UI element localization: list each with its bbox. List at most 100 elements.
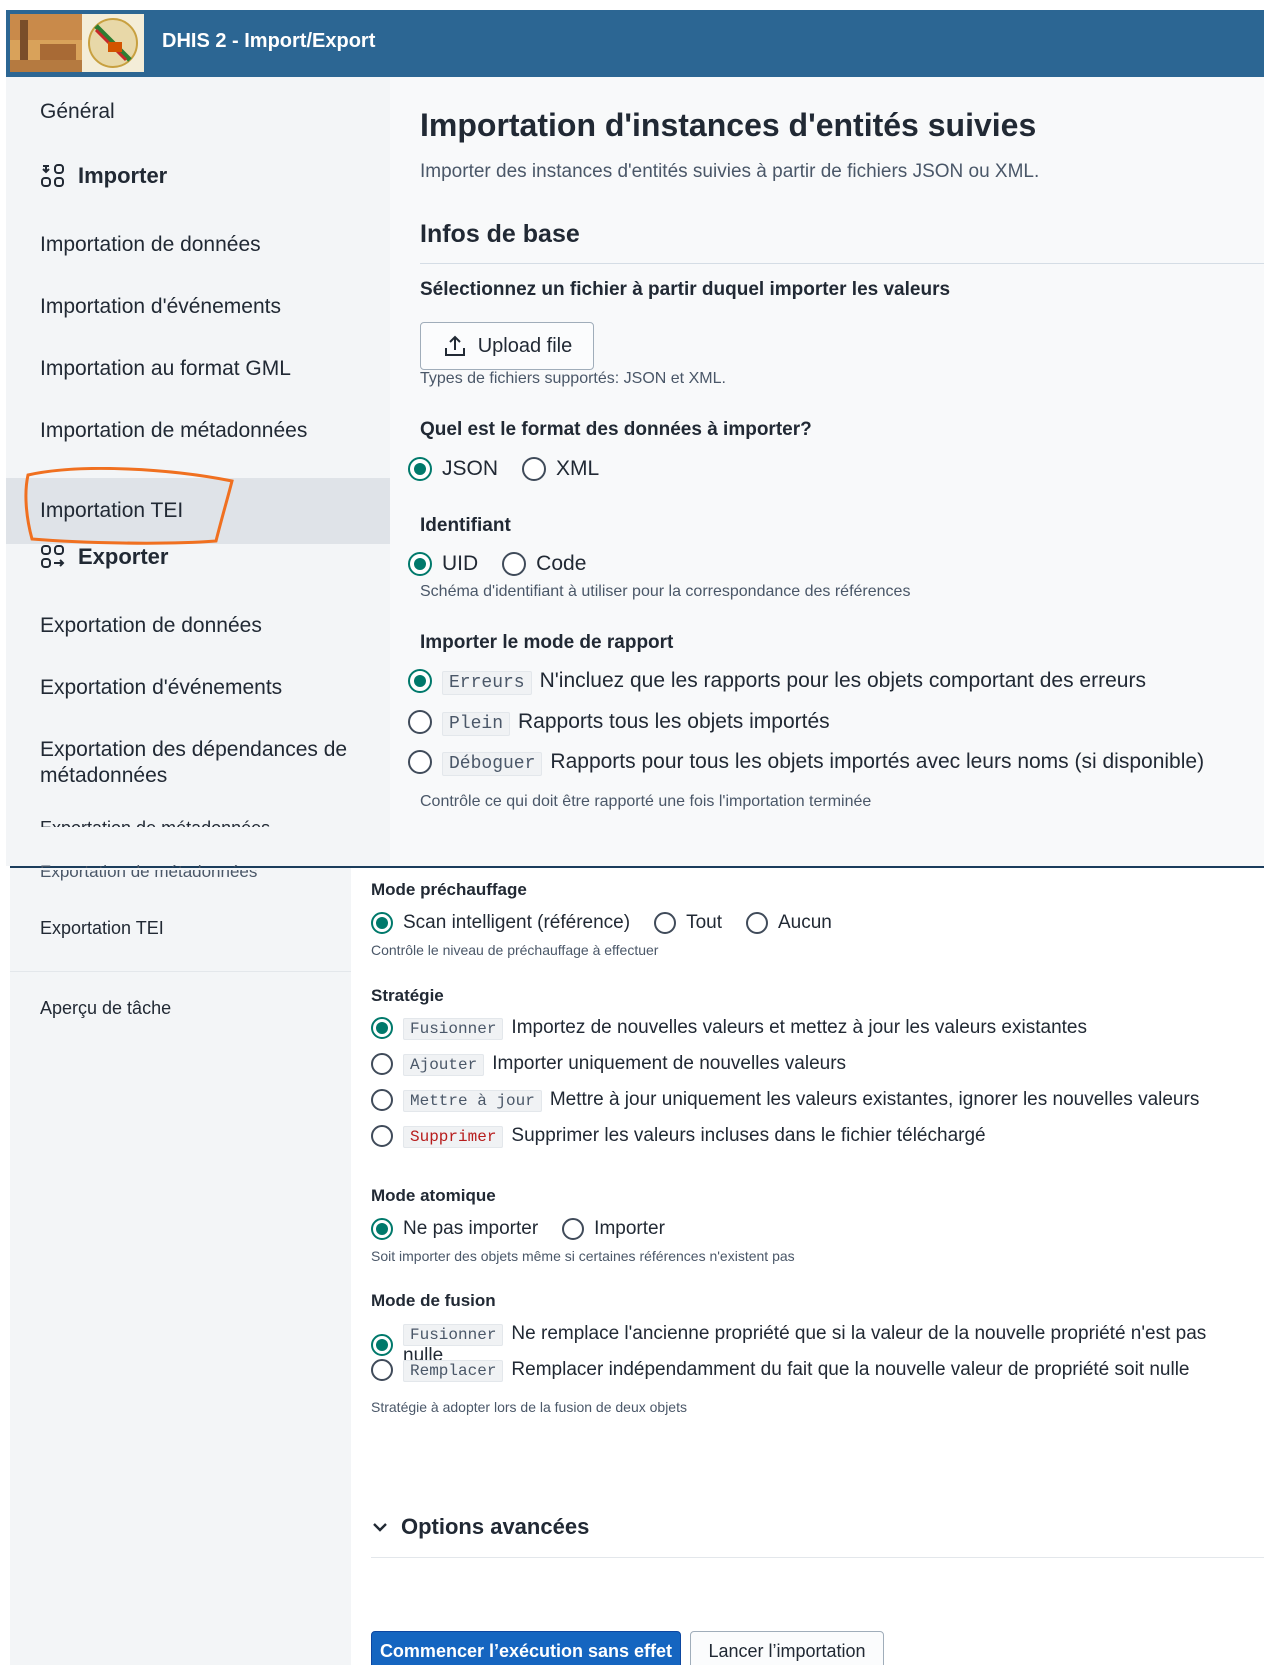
sidebar-item-gml-import[interactable]: Importation au format GML (6, 356, 390, 382)
radio-unchecked-icon (654, 912, 677, 934)
preheat-label: Mode préchauffage (371, 880, 527, 899)
report-mode-debug-text: Rapports pour tous les objets importés a… (550, 750, 1205, 773)
upload-icon (444, 335, 465, 356)
strategy-update-radio[interactable]: Mettre à jour Mettre à jour uniquement le… (371, 1089, 1223, 1112)
sidebar-item-data-import[interactable]: Importation de données (6, 232, 390, 258)
atomic-label: Mode atomique (371, 1186, 496, 1205)
strategy-update-code: Mettre à jour (403, 1090, 542, 1112)
sidebar-item-tei-import[interactable]: Importation TEI (6, 478, 390, 544)
strategy-add-radio[interactable]: Ajouter Importer uniquement de nouvelles … (371, 1053, 870, 1076)
sidebar-section-export: Exporter (40, 544, 168, 570)
report-mode-help: Contrôle ce qui doit être rapporté une f… (420, 793, 872, 810)
sidebar-section-import-label: Importer (78, 163, 168, 188)
format-radio-group: JSON XML (408, 457, 623, 481)
identifier-code-radio[interactable]: Code (502, 552, 586, 576)
radio-unchecked-icon (502, 552, 527, 576)
sidebar-item-event-import[interactable]: Importation d'événements (6, 294, 390, 320)
sidebar-item-tei-export[interactable]: Exportation TEI (40, 918, 164, 939)
format-json-label: JSON (442, 457, 499, 480)
strategy-add-code: Ajouter (403, 1054, 485, 1076)
main-content-continued: Mode préchauffage Scan intelligent (réfé… (351, 868, 1264, 1665)
strategy-merge-text: Importez de nouvelles valeurs et mettez … (511, 1017, 1087, 1038)
app-title: DHIS 2 - Import/Export (162, 30, 376, 52)
radio-unchecked-icon (408, 750, 432, 774)
format-json-radio[interactable]: JSON (408, 457, 498, 481)
sidebar-item-event-export[interactable]: Exportation d'événements (6, 675, 390, 701)
radio-unchecked-icon (371, 1089, 393, 1111)
atomic-none-label: Ne pas importer (403, 1218, 539, 1239)
preheat-none-label: Aucun (778, 912, 832, 933)
radio-checked-icon (371, 912, 393, 934)
sidebar-clip-mask (10, 868, 351, 870)
identifier-label: Identifiant (420, 515, 511, 536)
main-content: Importation d'instances d'entités suivie… (390, 77, 1264, 866)
strategy-delete-radio[interactable]: Supprimer Supprimer les valeurs incluses … (371, 1125, 1010, 1148)
upload-file-label: Upload file (477, 334, 573, 357)
advanced-options-toggle[interactable]: Options avancées (371, 1514, 589, 1540)
radio-checked-icon (408, 552, 432, 576)
report-mode-errors-code: Erreurs (442, 671, 532, 695)
sidebar-item-data-export[interactable]: Exportation de données (6, 613, 390, 639)
merge-mode-help: Stratégie à adopter lors de la fusion de… (371, 1399, 687, 1415)
report-mode-debug-radio[interactable]: Déboguer Rapports pour tous les objets im… (408, 750, 1228, 776)
format-xml-label: XML (556, 457, 600, 480)
atomic-all-radio[interactable]: Importer (562, 1218, 665, 1240)
sidebar-item-metadata-import[interactable]: Importation de métadonnées (6, 418, 390, 444)
merge-mode-replace-code: Remplacer (403, 1360, 504, 1382)
section-divider (420, 263, 1264, 264)
report-mode-label: Importer le mode de rapport (420, 632, 674, 653)
report-mode-debug-code: Déboguer (442, 752, 543, 776)
preheat-all-radio[interactable]: Tout (654, 912, 722, 934)
sidebar-continued: Exportation de métadonnées Exportation T… (10, 862, 351, 1665)
radio-unchecked-icon (371, 1053, 393, 1075)
sidebar-item-general[interactable]: Général (6, 99, 390, 125)
app-logo (10, 14, 144, 72)
advanced-divider (371, 1557, 1264, 1558)
preheat-smart-radio[interactable]: Scan intelligent (référence) (371, 912, 630, 934)
report-mode-full-radio[interactable]: Plein Rapports tous les objets importés (408, 710, 854, 736)
radio-checked-icon (408, 669, 432, 693)
sidebar-item-metadata-export[interactable]: Exportation de métadonnées (40, 862, 257, 882)
report-mode-errors-radio[interactable]: Erreurs N'incluez que les rapports pour l… (408, 669, 1170, 695)
atomic-help: Soit importer des objets même si certain… (371, 1248, 795, 1264)
upload-file-button[interactable]: Upload file (420, 322, 594, 370)
sidebar-item-metadata-export-partial[interactable]: Exportation de métadonnées (6, 815, 390, 827)
radio-unchecked-icon (371, 1359, 393, 1381)
dry-run-button[interactable]: Commencer l’exécution sans effet (371, 1631, 681, 1665)
start-import-button[interactable]: Lancer l’importation (690, 1631, 884, 1665)
format-xml-radio[interactable]: XML (522, 457, 599, 481)
atomic-radio-group: Ne pas importer Importer (371, 1218, 689, 1240)
merge-mode-replace-text: Remplacer indépendamment du fait que la … (511, 1359, 1190, 1380)
preheat-help: Contrôle le niveau de préchauffage à eff… (371, 942, 659, 958)
radio-unchecked-icon (746, 912, 768, 934)
strategy-merge-code: Fusionner (403, 1018, 504, 1040)
merge-mode-label: Mode de fusion (371, 1291, 496, 1310)
radio-unchecked-icon (522, 457, 547, 481)
chevron-down-icon (373, 1523, 387, 1532)
identifier-radio-group: UID Code (408, 552, 610, 576)
identifier-uid-radio[interactable]: UID (408, 552, 478, 576)
sidebar: Général Importer Importation de données … (6, 77, 390, 866)
format-label: Quel est le format des données à importe… (420, 419, 812, 440)
identifier-help: Schéma d'identifiant à utiliser pour la … (420, 583, 911, 600)
radio-checked-icon (408, 457, 432, 481)
section-title: Infos de base (420, 220, 580, 248)
preheat-all-label: Tout (686, 912, 722, 933)
file-help: Types de fichiers supportés: JSON et XML… (420, 370, 726, 387)
merge-mode-replace-radio[interactable]: Remplacer Remplacer indépendamment du fai… (371, 1359, 1214, 1382)
preheat-none-radio[interactable]: Aucun (746, 912, 832, 934)
atomic-none-radio[interactable]: Ne pas importer (371, 1218, 538, 1240)
radio-checked-icon (371, 1017, 393, 1039)
strategy-add-text: Importer uniquement de nouvelles valeurs (492, 1053, 847, 1074)
sidebar-item-job-overview[interactable]: Aperçu de tâche (40, 998, 171, 1019)
identifier-code-label: Code (536, 552, 587, 575)
sidebar-item-tei-import-label: Importation TEI (40, 499, 184, 522)
report-mode-full-code: Plein (442, 712, 511, 736)
export-icon (41, 545, 65, 568)
sidebar-item-metadata-dependency-export[interactable]: Exportation des dépendances de métadonné… (6, 737, 376, 789)
radio-unchecked-icon (408, 710, 432, 734)
sidebar-section-import: Importer (40, 163, 167, 189)
strategy-merge-radio[interactable]: Fusionner Importez de nouvelles valeurs e… (371, 1017, 1111, 1040)
page-title: Importation d'instances d'entités suivie… (420, 107, 1037, 143)
strategy-delete-text: Supprimer les valeurs incluses dans le f… (511, 1125, 986, 1146)
